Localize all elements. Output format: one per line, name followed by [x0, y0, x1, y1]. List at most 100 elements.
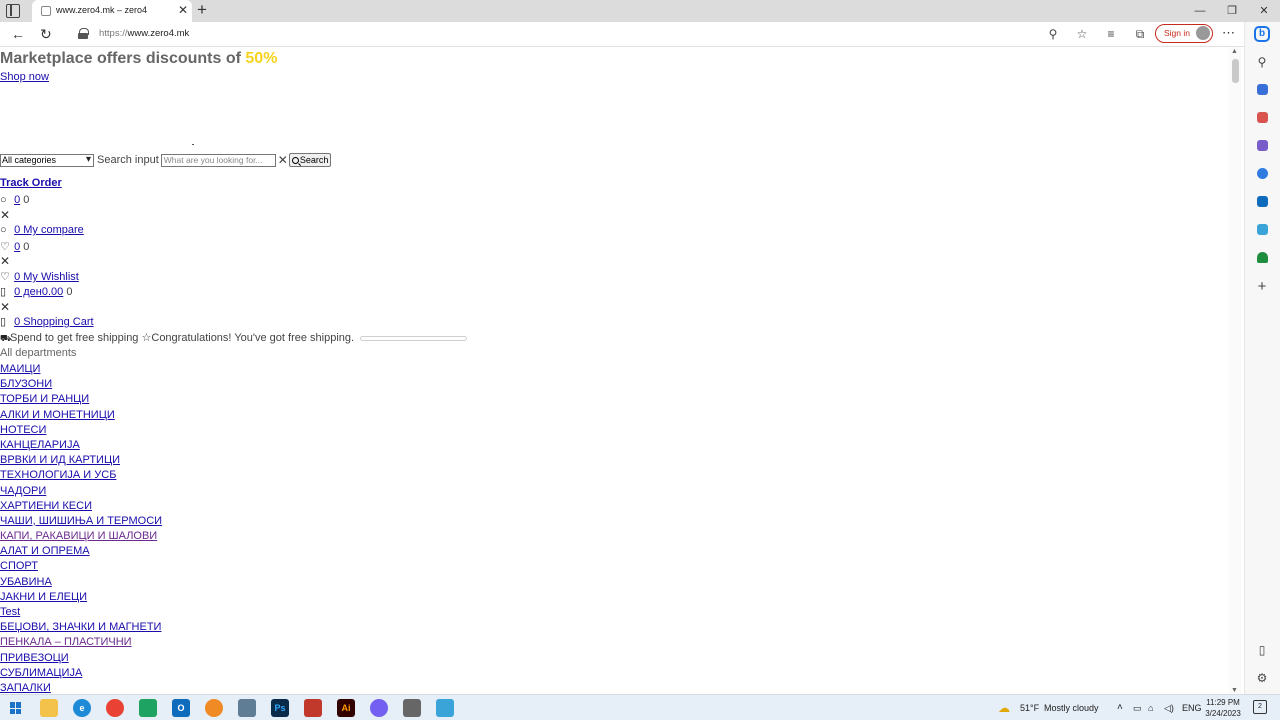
tray-chevron-icon[interactable]: ˄: [1117, 695, 1123, 720]
add-favorite-icon[interactable]: ☆: [1073, 24, 1091, 44]
tray-device-icon[interactable]: ▭: [1133, 695, 1142, 720]
hide-sidebar-icon[interactable]: ▯: [1254, 642, 1270, 658]
cart-total-link[interactable]: 0 ден0.00: [14, 286, 63, 298]
volume-icon[interactable]: ◁): [1164, 695, 1174, 720]
more-menu-icon[interactable]: ⋯: [1222, 25, 1235, 41]
shopping-bag-icon: ▯: [0, 286, 7, 298]
department-link[interactable]: ЧАДОРИ: [0, 485, 46, 497]
my-compare-link[interactable]: 0 My compare: [14, 224, 84, 236]
collections-icon[interactable]: ⧉: [1131, 24, 1149, 44]
search-button[interactable]: Search: [288, 153, 332, 167]
weather-temp[interactable]: 51°F: [1020, 695, 1039, 720]
department-link[interactable]: ТЕХНОЛОГИЈА И УСБ: [0, 469, 116, 481]
department-link[interactable]: ВРВКИ И ИД КАРТИЦИ: [0, 454, 120, 466]
department-link[interactable]: МАИЦИ: [0, 363, 40, 375]
language-indicator[interactable]: ENG: [1182, 695, 1202, 720]
weather-icon[interactable]: ☁: [998, 695, 1010, 720]
department-link[interactable]: ПЕНКАЛА – ПЛАСТИЧНИ: [0, 636, 132, 648]
search-input[interactable]: [160, 153, 276, 167]
back-icon[interactable]: ←: [11, 25, 25, 43]
reload-icon[interactable]: ↻: [40, 25, 52, 43]
address-bar[interactable]: https://www.zero4.mk: [99, 28, 189, 39]
app-gray-icon[interactable]: [403, 699, 421, 717]
app-blue-icon[interactable]: [436, 699, 454, 717]
department-link[interactable]: АЛАТ И ОПРЕМА: [0, 545, 90, 557]
category-select[interactable]: All categories: [0, 153, 94, 167]
department-link[interactable]: СПОРТ: [0, 560, 38, 572]
my-wishlist-link[interactable]: 0 My Wishlist: [14, 271, 79, 283]
cart-count: 0: [66, 286, 73, 298]
drop-icon[interactable]: [1254, 222, 1270, 238]
clear-search-icon[interactable]: ✕: [278, 154, 288, 166]
department-link[interactable]: УБАВИНА: [0, 576, 52, 588]
scroll-down-icon[interactable]: ▼: [1231, 687, 1238, 694]
scroll-up-icon[interactable]: ▲: [1231, 48, 1238, 55]
department-link[interactable]: ЈАКНИ И ЕЛЕЦИ: [0, 591, 87, 603]
photoshop-icon[interactable]: Ps: [271, 699, 289, 717]
key-icon[interactable]: ⚲: [1044, 24, 1062, 44]
promo-title-text: Marketplace offers discounts of: [0, 50, 246, 67]
department-link[interactable]: НОТЕСИ: [0, 424, 46, 436]
shopping-cart-link[interactable]: 0 Shopping Cart: [14, 316, 94, 328]
games-icon[interactable]: [1254, 138, 1270, 154]
office-icon[interactable]: [1254, 166, 1270, 182]
compare-count-link[interactable]: 0: [14, 194, 20, 206]
illustrator-icon[interactable]: Ai: [337, 699, 355, 717]
notifications-icon[interactable]: 2: [1253, 700, 1267, 714]
chrome-icon[interactable]: [106, 699, 124, 717]
calculator-icon[interactable]: [238, 699, 256, 717]
search-icon[interactable]: ⚲: [1254, 54, 1270, 70]
app-red-icon[interactable]: [304, 699, 322, 717]
lock-icon[interactable]: [78, 28, 89, 39]
sign-in-button[interactable]: Sign in: [1155, 24, 1213, 43]
taskbar-clock[interactable]: 11:29 PM 3/24/2023: [1203, 697, 1243, 719]
settings-icon[interactable]: ⚙: [1254, 670, 1270, 686]
department-link[interactable]: ХАРТИЕНИ КЕСИ: [0, 500, 92, 512]
favorites-icon[interactable]: ≡: [1102, 24, 1120, 44]
department-item: СПОРТ: [0, 559, 162, 574]
track-order-link[interactable]: Track Order: [0, 177, 62, 189]
window-close-icon[interactable]: ✕: [1248, 0, 1280, 22]
add-sidebar-icon[interactable]: +: [1254, 279, 1270, 295]
scroll-thumb[interactable]: [1232, 59, 1239, 83]
wishlist-close-icon[interactable]: ✕: [0, 255, 10, 267]
weather-desc[interactable]: Mostly cloudy: [1044, 695, 1099, 720]
new-tab-icon[interactable]: +: [197, 1, 207, 19]
outlook-icon[interactable]: O: [172, 699, 190, 717]
file-explorer-icon[interactable]: [40, 699, 58, 717]
shopping-tag-icon[interactable]: [1254, 82, 1270, 98]
tab-close-icon[interactable]: ✕: [178, 3, 188, 17]
outlook-icon[interactable]: [1254, 194, 1270, 210]
department-link[interactable]: КАПИ, РАКАВИЦИ И ШАЛОВИ: [0, 530, 157, 542]
search-app-icon[interactable]: [205, 699, 223, 717]
wishlist-count-link[interactable]: 0: [14, 241, 20, 253]
viber-icon[interactable]: [370, 699, 388, 717]
department-link[interactable]: ПРИВЕЗОЦИ: [0, 652, 69, 664]
network-icon[interactable]: ⌂: [1148, 695, 1153, 720]
restore-icon[interactable]: ❐: [1216, 0, 1248, 22]
minimize-icon[interactable]: —: [1184, 0, 1216, 22]
department-link[interactable]: ЗАПАЛКИ: [0, 682, 51, 694]
promo-title: Marketplace offers discounts of 50%: [0, 50, 277, 68]
department-link[interactable]: СУБЛИМАЦИЈА: [0, 667, 82, 679]
page-scrollbar[interactable]: ▲ ▼: [1229, 47, 1241, 694]
compare-close-icon[interactable]: ✕: [0, 209, 10, 221]
department-link[interactable]: БЕЏОВИ, ЗНАЧКИ И МАГНЕТИ: [0, 621, 161, 633]
windows-start-icon[interactable]: [10, 702, 22, 714]
department-link[interactable]: Test: [0, 606, 20, 618]
edge-icon[interactable]: e: [73, 699, 91, 717]
tools-icon[interactable]: [1254, 110, 1270, 126]
department-link[interactable]: АЛКИ И МОНЕТНИЦИ: [0, 409, 115, 421]
shop-now-link[interactable]: Shop now: [0, 71, 49, 83]
department-link[interactable]: ТОРБИ И РАНЦИ: [0, 393, 89, 405]
bing-icon[interactable]: b: [1254, 26, 1270, 42]
cart-close-icon[interactable]: ✕: [0, 301, 10, 313]
department-item: ПРИВЕЗОЦИ: [0, 651, 162, 666]
department-link[interactable]: БЛУЗОНИ: [0, 378, 52, 390]
tree-icon[interactable]: [1254, 250, 1270, 266]
browser-tab[interactable]: www.zero4.mk – zero4 ✕: [32, 0, 192, 22]
department-link[interactable]: КАНЦЕЛАРИЈА: [0, 439, 80, 451]
app-green-icon[interactable]: [139, 699, 157, 717]
department-link[interactable]: ЧАШИ, ШИШИЊА И ТЕРМОСИ: [0, 515, 162, 527]
tab-actions-icon[interactable]: [6, 4, 20, 18]
